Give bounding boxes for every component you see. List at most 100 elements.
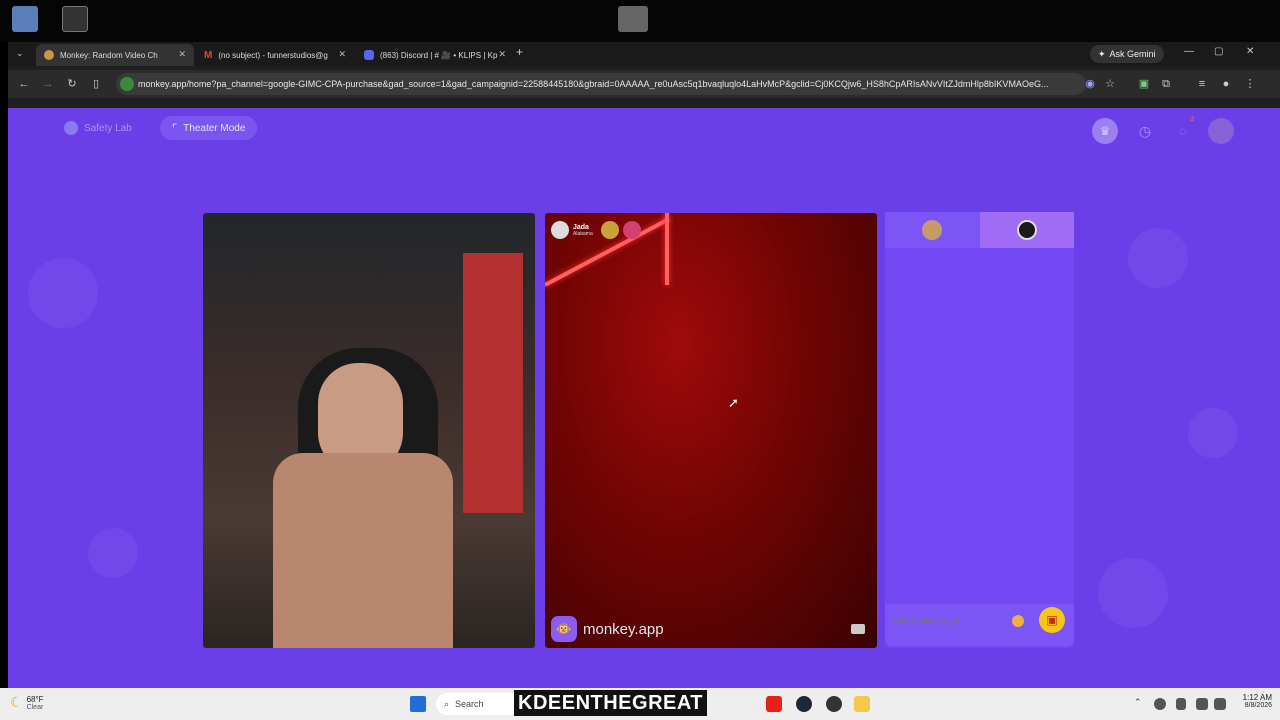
- tab-discord[interactable]: (863) Discord | # 🎥 • KLIPS | Kp ✕: [356, 44, 514, 66]
- site-info-icon[interactable]: [120, 77, 134, 91]
- obs-icon[interactable]: [826, 696, 842, 712]
- weather-temp: 68°F: [26, 694, 44, 704]
- monkey-logo-icon: 🐵: [551, 616, 577, 642]
- weather-condition: Clear: [26, 703, 44, 711]
- ask-gemini-label: Ask Gemini: [1109, 49, 1156, 59]
- led-strip-shape: [665, 213, 669, 285]
- ask-gemini-button[interactable]: ✦ Ask Gemini: [1090, 45, 1164, 63]
- media-control-icon[interactable]: ≡: [1194, 76, 1210, 92]
- chat-tab-2[interactable]: [979, 212, 1074, 248]
- display-icon[interactable]: [1196, 698, 1208, 710]
- expand-icon: ⌜: [172, 122, 178, 135]
- menu-kebab-icon[interactable]: ⋮: [1242, 76, 1258, 92]
- gift-badge-icon[interactable]: [622, 221, 641, 239]
- desktop-app-icon[interactable]: [62, 6, 88, 32]
- bg-bubble: [88, 528, 138, 578]
- message-input[interactable]: [893, 612, 1003, 630]
- network-icon[interactable]: [1154, 698, 1166, 710]
- url-text: monkey.app/home?pa_channel=google-GIMC-C…: [138, 79, 1049, 89]
- shield-icon: [64, 121, 78, 135]
- extension-icon[interactable]: ▣: [1136, 76, 1152, 92]
- address-bar[interactable]: monkey.app/home?pa_channel=google-GIMC-C…: [116, 73, 1086, 95]
- person-body-shape: [273, 453, 453, 648]
- tab-search-icon[interactable]: ⌄: [16, 48, 24, 59]
- clock-date: 8/8/2026: [1244, 702, 1272, 709]
- taskbar-search[interactable]: ⌕ Search: [436, 693, 520, 715]
- back-icon[interactable]: ←: [16, 76, 32, 92]
- minimize-button[interactable]: —: [1184, 46, 1194, 57]
- discord-icon: [364, 50, 374, 60]
- streamer-overlay: KDEENTHEGREAT: [514, 690, 708, 716]
- side-panel-icon[interactable]: ▯: [88, 76, 104, 92]
- profile-icon[interactable]: ●: [1218, 76, 1234, 92]
- gemini-icon: ✦: [1098, 48, 1106, 59]
- remote-user-location: Alabama: [573, 230, 593, 237]
- reload-icon[interactable]: ↻: [64, 76, 80, 92]
- remote-user-info[interactable]: Jada Alabama: [551, 221, 641, 239]
- bg-bubble: [28, 258, 98, 328]
- tab-bar: ⌄ Monkey: Random Video Ch ✕ M (no subjec…: [8, 42, 1280, 66]
- tab-monkey[interactable]: Monkey: Random Video Ch ✕: [36, 44, 194, 66]
- crown-button[interactable]: ♛: [1092, 118, 1118, 144]
- tab-label: Monkey: Random Video Ch: [60, 50, 158, 60]
- avatar[interactable]: [1208, 118, 1234, 144]
- bg-bubble: [1188, 408, 1238, 458]
- browser-chrome: ⌄ Monkey: Random Video Ch ✕ M (no subjec…: [8, 42, 1280, 108]
- weather-widget[interactable]: ☾ 68°F Clear: [10, 694, 44, 711]
- watermark-text: monkey.app: [583, 620, 664, 638]
- windows-start-icon[interactable]: [410, 696, 426, 712]
- desktop-folder-icon[interactable]: [618, 6, 648, 32]
- history-button[interactable]: ◷: [1132, 118, 1158, 144]
- skip-icon[interactable]: [851, 624, 865, 634]
- theater-mode-button[interactable]: ⌜ Theater Mode: [160, 116, 258, 140]
- bg-bubble: [1128, 228, 1188, 288]
- emoji-icon[interactable]: [1012, 615, 1024, 627]
- file-explorer-icon[interactable]: [854, 696, 870, 712]
- tab-gmail[interactable]: M (no subject) - funnerstudios@g ✕: [196, 44, 354, 66]
- moon-icon: ☾: [10, 694, 23, 710]
- close-icon[interactable]: ✕: [338, 49, 346, 60]
- local-video: [203, 213, 535, 648]
- new-tab-button[interactable]: +: [516, 45, 523, 59]
- tray-chevron-icon[interactable]: ⌃: [1134, 697, 1142, 708]
- remote-user-name: Jada: [573, 223, 589, 231]
- chat-tabs: [885, 212, 1074, 248]
- forward-icon[interactable]: →: [40, 76, 56, 92]
- maximize-button[interactable]: ▢: [1214, 46, 1223, 57]
- volume-icon[interactable]: [1214, 698, 1226, 710]
- user-avatar-icon: [1016, 220, 1037, 240]
- clock-icon: ◷: [1138, 123, 1152, 139]
- user-avatar-icon: [922, 220, 943, 240]
- desktop-strip: [0, 0, 1280, 42]
- bookmark-star-icon[interactable]: ☆: [1102, 76, 1118, 92]
- remote-video: Jada Alabama 🐵 monkey.app ➚: [545, 213, 877, 648]
- lens-icon[interactable]: ◉: [1082, 76, 1098, 92]
- search-icon: ⌕: [444, 698, 450, 709]
- steam-icon[interactable]: [796, 696, 812, 712]
- extensions-puzzle-icon[interactable]: ⧉: [1158, 76, 1174, 92]
- bg-bubble: [1098, 558, 1168, 628]
- safety-lab-button[interactable]: Safety Lab: [52, 116, 144, 140]
- mouse-cursor-icon: ➚: [728, 395, 739, 410]
- monkey-favicon-icon: [44, 50, 54, 60]
- clock[interactable]: 1:12 AM 8/8/2026: [1232, 693, 1272, 709]
- window-close-button[interactable]: ✕: [1246, 46, 1254, 57]
- notification-badge: 3: [1190, 116, 1194, 123]
- chat-panel: ▣: [885, 212, 1074, 648]
- heart-badge-icon[interactable]: [600, 221, 619, 239]
- gift-button[interactable]: ▣: [1039, 607, 1065, 633]
- close-icon[interactable]: ✕: [498, 49, 506, 60]
- monkey-watermark: 🐵 monkey.app: [551, 616, 664, 642]
- monkey-page: Safety Lab ⌜ Theater Mode ♛ ◷ ◌ 3 Jada A…: [8, 108, 1280, 688]
- tab-label: (no subject) - funnerstudios@g: [218, 50, 328, 60]
- crown-icon: ♛: [1099, 124, 1111, 138]
- messages-button[interactable]: ◌ 3: [1170, 116, 1196, 144]
- youtube-icon[interactable]: [766, 696, 782, 712]
- taskbar: ☾ 68°F Clear ⌕ Search KDEENTHEGREAT ⌃ 1:…: [0, 688, 1280, 720]
- close-icon[interactable]: ✕: [178, 49, 186, 60]
- tab-label: (863) Discord | # 🎥 • KLIPS | Kp: [380, 50, 498, 60]
- microphone-icon[interactable]: [1176, 698, 1186, 710]
- gmail-icon: M: [204, 49, 213, 61]
- recycle-bin-icon[interactable]: [12, 6, 38, 32]
- chat-tab-1[interactable]: [885, 212, 980, 248]
